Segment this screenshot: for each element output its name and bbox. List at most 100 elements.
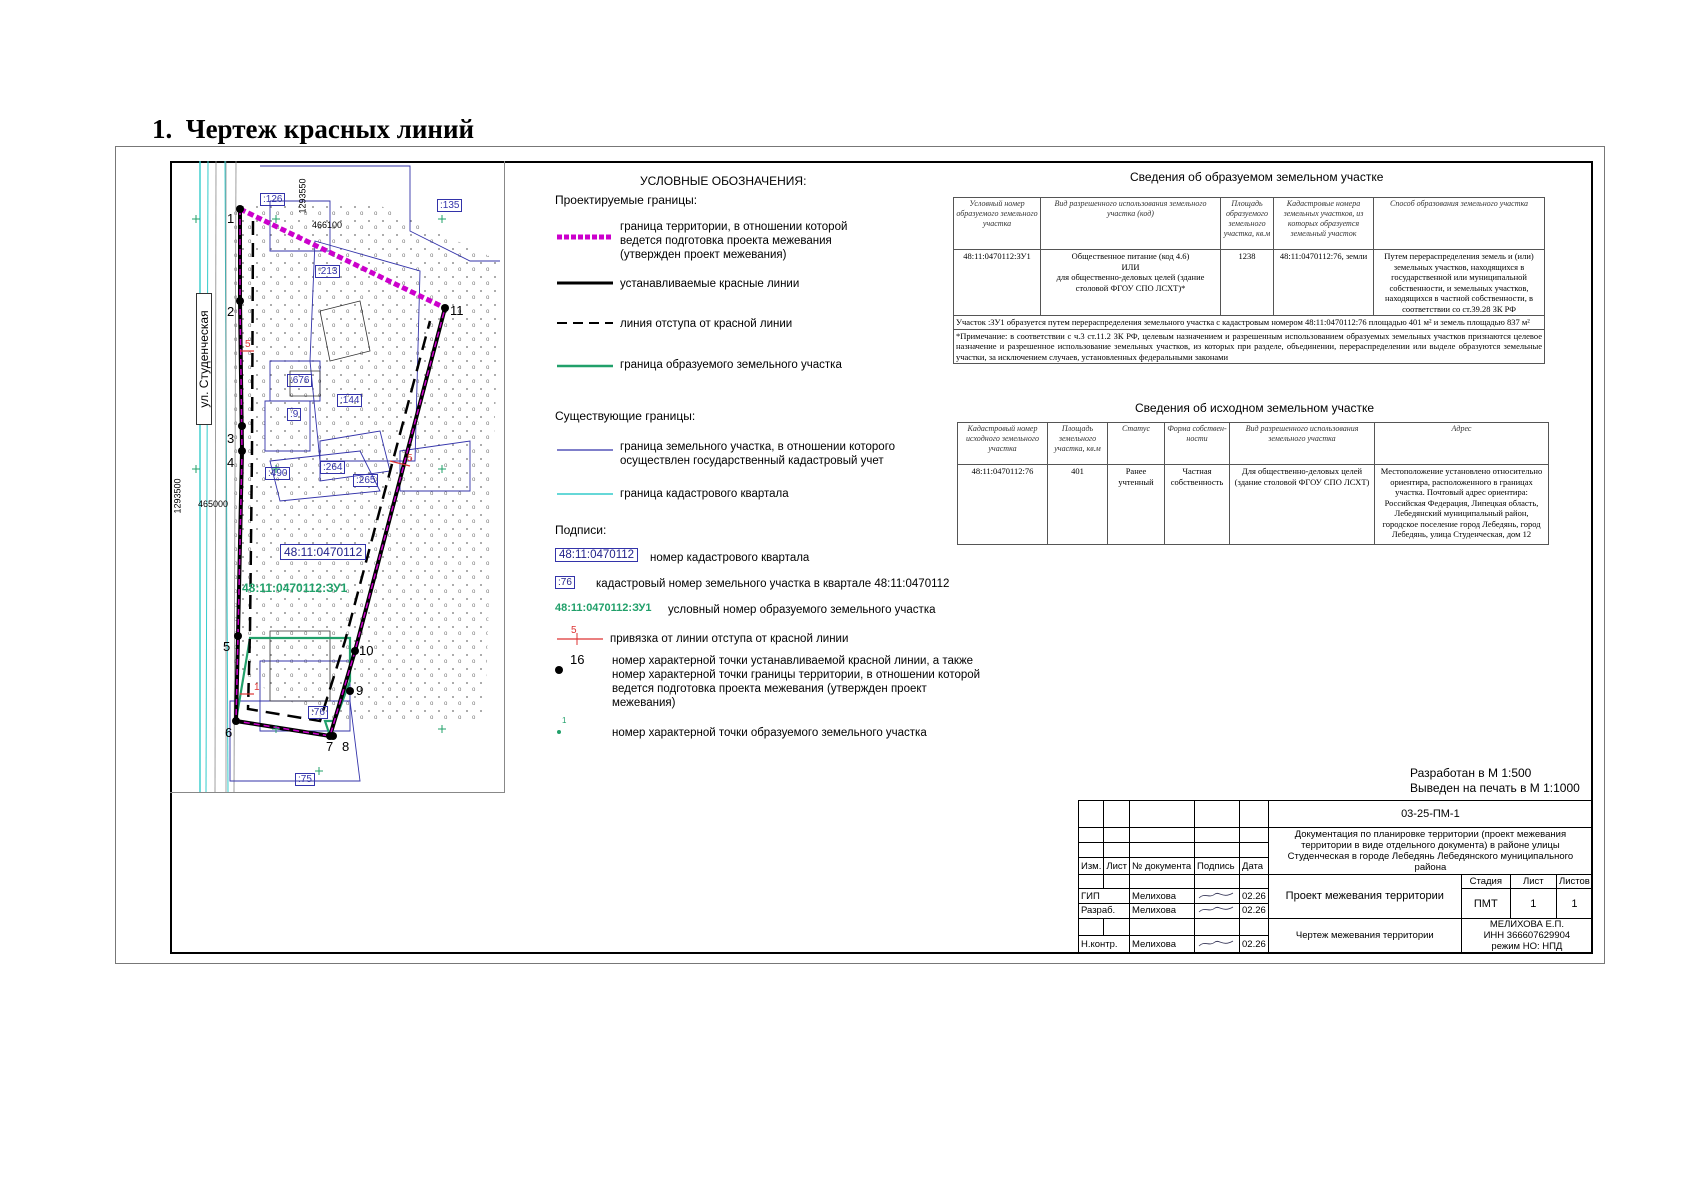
point-number: 11 bbox=[450, 303, 464, 318]
point-number: 4 bbox=[227, 455, 235, 470]
legend-sample-parcel: :76 bbox=[555, 576, 575, 589]
table1-cell: Путем перераспределения земель и (или) з… bbox=[1373, 249, 1545, 316]
stamp-date: 02.26 bbox=[1239, 935, 1269, 954]
legend-label-offset: привязка от линии отступа от красной лин… bbox=[610, 633, 849, 645]
coordinate-label: 466100 bbox=[312, 220, 343, 230]
legend-label-quarter: номер кадастрового квартала bbox=[650, 552, 810, 564]
coordinate-label: 465000 bbox=[198, 499, 229, 509]
page-heading: 1. Чертеж красных линий bbox=[152, 114, 475, 144]
table1-header: Способ образования земельного участка bbox=[1373, 197, 1545, 250]
legend-sample-offset-line bbox=[557, 633, 603, 645]
table2-cell: Ранее учтенный bbox=[1107, 464, 1165, 545]
site-map-svg: o bbox=[192, 161, 500, 792]
point-number: 2 bbox=[227, 304, 235, 319]
legend-item-territory: граница территории, в отношении которой … bbox=[620, 221, 848, 261]
parcel-label: :213 bbox=[315, 265, 341, 278]
legend-swatch-green bbox=[557, 364, 613, 368]
stamp-org: МЕЛИХОВА Е.П. ИНН 366607629904 режим НО: Н… bbox=[1460, 917, 1594, 955]
parcel-label: :144 bbox=[337, 394, 363, 407]
legend-item-parcel-border: граница образуемого земельного участка bbox=[620, 359, 842, 371]
stamp-project: Проект межевания территории bbox=[1267, 873, 1462, 919]
stamp-col-header: Лист bbox=[1103, 857, 1131, 875]
parcel-label: :264 bbox=[320, 461, 346, 474]
stamp-stage-value: 1 bbox=[1509, 888, 1557, 919]
stamp-code: 03-25-ПМ-1 bbox=[1267, 799, 1594, 829]
parcel-label: :76 bbox=[308, 706, 328, 719]
stamp-org-line: ИНН 366607629904 bbox=[1483, 930, 1571, 942]
legend-sample-zu: 48:11:0470112:ЗУ1 bbox=[555, 602, 652, 614]
point-number: 10 bbox=[359, 643, 374, 658]
parcel-label: :135 bbox=[437, 199, 463, 212]
table1-header: Вид разрешенного использования земельног… bbox=[1040, 197, 1221, 250]
stamp-date: 02.26 bbox=[1239, 903, 1269, 919]
table2-header: Кадастровый номер исходного земельного у… bbox=[957, 422, 1048, 465]
coordinate-label: 1293500 bbox=[172, 478, 183, 514]
legend-item-quarter: граница кадастрового квартала bbox=[620, 488, 789, 500]
legend-existing-swatches bbox=[557, 449, 613, 495]
legend-swatches bbox=[557, 234, 613, 324]
legend-sample-zu-point-icon bbox=[557, 730, 561, 734]
point-number: 6 bbox=[225, 725, 233, 740]
table2-cell: Для общественно-деловых целей (здание ст… bbox=[1229, 464, 1375, 545]
stamp-org-line: МЕЛИХОВА Е.П. bbox=[1489, 919, 1564, 931]
scale-printed: Выведен на печать в М 1:1000 bbox=[1410, 781, 1580, 795]
point-number: 3 bbox=[227, 431, 235, 446]
table1-use-line: Общественное питание (код 4.6) bbox=[1071, 251, 1190, 261]
stamp-role: ГИП bbox=[1077, 888, 1131, 904]
table1-use-line: ИЛИ bbox=[1121, 261, 1140, 272]
table1-header: Кадастровые номера земельных участков, и… bbox=[1273, 197, 1374, 250]
signature-icon bbox=[1198, 892, 1234, 899]
stamp-name: Мелихова bbox=[1129, 903, 1196, 919]
table1-cell: 48:11:0470112:76, земли bbox=[1273, 249, 1374, 316]
point-number: 1 bbox=[227, 211, 235, 226]
legend-label-point: номер характерной точки устанавливаемой … bbox=[612, 655, 981, 709]
stamp-name: Мелихова bbox=[1129, 935, 1196, 954]
stamp-signature bbox=[1194, 935, 1241, 954]
table2-header: Форма собствен-ности bbox=[1164, 422, 1230, 465]
stamp-stage-value: ПМТ bbox=[1460, 888, 1511, 919]
table2-cell: Местоположение установлено относительно … bbox=[1374, 464, 1549, 545]
table1-cell: 48:11:0470112:ЗУ1 bbox=[953, 249, 1041, 316]
table2-cell: 48:11:0470112:76 bbox=[957, 464, 1048, 545]
legend-labels-heading: Подписи: bbox=[555, 523, 607, 537]
title-block: 03-25-ПМ-1 Документация по планировке те… bbox=[1077, 799, 1594, 955]
parcel-label: :126 bbox=[260, 193, 286, 206]
signature-icon bbox=[1198, 940, 1234, 947]
stamp-role: Разраб. bbox=[1077, 903, 1131, 919]
stamp-stage-header: Листов bbox=[1555, 873, 1594, 890]
offset-label: 5 bbox=[407, 453, 413, 464]
offset-label: 1 bbox=[254, 682, 260, 693]
parcel-label: :676 bbox=[287, 374, 313, 387]
parcel-label: :490 bbox=[265, 467, 291, 480]
legend-label-zu-point: номер характерной точки образуемого земе… bbox=[612, 727, 927, 739]
zu1-label: 48:11:0470112:ЗУ1 bbox=[242, 581, 348, 595]
quarter-label: 48:11:0470112 bbox=[280, 544, 367, 560]
point-number: 5 bbox=[223, 639, 231, 654]
stamp-date: 02.26 bbox=[1239, 888, 1269, 904]
stamp-col-header: № документа bbox=[1129, 857, 1196, 875]
table1-use-line: для общественно-деловых целей (здание ст… bbox=[1056, 272, 1205, 293]
parcel-label: :9 bbox=[287, 408, 302, 421]
stamp-stage-header: Лист bbox=[1509, 873, 1557, 890]
stamp-stage-value: 1 bbox=[1555, 888, 1594, 919]
stamp-col-header: Дата bbox=[1239, 857, 1269, 875]
stamp-signature bbox=[1194, 903, 1241, 919]
table1-cell-use: Общественное питание (код 4.6) ИЛИ для общ… bbox=[1040, 249, 1221, 316]
legend-existing-heading: Существующие границы: bbox=[555, 409, 696, 423]
table2-header: Статус bbox=[1107, 422, 1165, 465]
table2-title: Сведения об исходном земельном участке bbox=[1135, 401, 1375, 415]
table2: Кадастровый номер исходного земельного у… bbox=[957, 422, 1549, 545]
stamp-col-header: Изм. bbox=[1077, 857, 1105, 875]
table1-header: Условный номер образуемого земельного уч… bbox=[953, 197, 1041, 250]
stamp-role: Н.контр. bbox=[1077, 935, 1131, 954]
legend-sample-point: 16 bbox=[570, 652, 585, 667]
legend-sample-point-icon bbox=[555, 666, 563, 674]
stamp-signature bbox=[1194, 888, 1241, 904]
signature-icon bbox=[1198, 906, 1234, 913]
scale-developed: Разработан в М 1:500 bbox=[1410, 766, 1532, 780]
street-label: ул. Студенческая bbox=[196, 293, 212, 425]
legend-item-offset-line: линия отступа от красной линии bbox=[620, 318, 793, 330]
parcel-label: :75 bbox=[295, 773, 315, 786]
legend-title: УСЛОВНЫЕ ОБОЗНАЧЕНИЯ: bbox=[640, 174, 807, 188]
legend-sample-zu-point: 1 bbox=[562, 716, 567, 725]
